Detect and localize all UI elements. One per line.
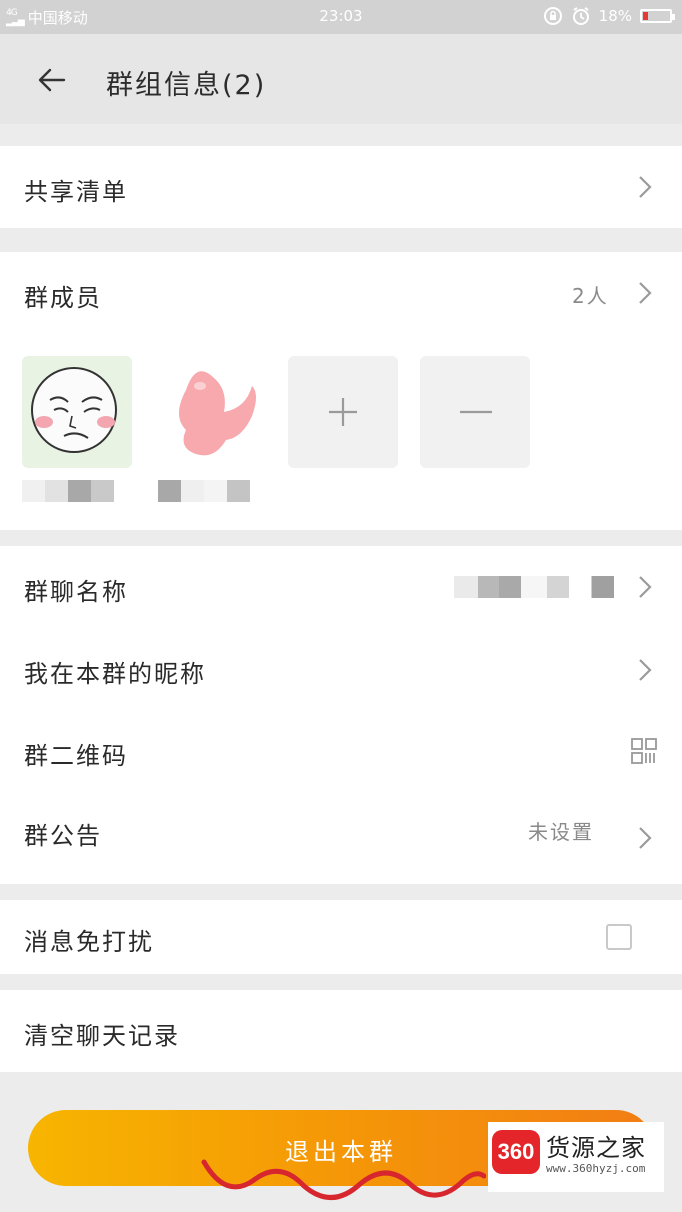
chevron-right-icon <box>639 176 652 198</box>
watermark-url: www.360hyzj.com <box>546 1162 646 1175</box>
group-name-row[interactable]: 群聊名称 <box>0 546 682 628</box>
my-nickname-label: 我在本群的昵称 <box>24 660 206 688</box>
clear-history-label: 清空聊天记录 <box>24 1022 180 1050</box>
remove-member-button[interactable] <box>420 356 530 468</box>
qr-code-row[interactable]: 群二维码 <box>0 712 682 792</box>
member-name-blurred <box>22 480 114 502</box>
shared-list-label: 共享清单 <box>24 178 128 206</box>
lock-rotation-icon <box>543 7 562 25</box>
watermark: 360 货源之家 www.360hyzj.com <box>488 1122 664 1192</box>
chevron-right-icon <box>639 576 652 598</box>
arrow-left-icon[interactable] <box>36 64 68 96</box>
status-bar: 4G ▂▃▅ 中国移动 23:03 18% <box>0 0 682 34</box>
members-section: 群成员 2人 <box>0 252 682 530</box>
members-label: 群成员 <box>24 284 102 312</box>
battery-icon <box>640 9 675 23</box>
watermark-brand: 货源之家 <box>546 1134 646 1162</box>
avatar[interactable] <box>156 356 266 468</box>
add-member-button[interactable] <box>288 356 398 468</box>
clear-history-row[interactable]: 清空聊天记录 <box>0 990 682 1072</box>
plus-icon <box>329 398 357 426</box>
title-bar: 群组信息(2) <box>0 34 682 124</box>
member-count: 2人 <box>572 284 609 308</box>
announcement-value: 未设置 <box>528 820 594 844</box>
red-scribble-annotation <box>201 1159 486 1200</box>
status-icons: 18% <box>543 6 675 26</box>
announcement-label: 群公告 <box>24 822 102 850</box>
qr-code-icon <box>631 738 657 764</box>
chevron-right-icon <box>639 282 652 304</box>
members-row[interactable]: 群成员 2人 <box>0 252 682 332</box>
battery-level <box>643 12 649 20</box>
page-title: 群组信息(2) <box>106 70 267 101</box>
chevron-right-icon <box>639 659 652 681</box>
mute-label: 消息免打扰 <box>24 928 154 956</box>
mute-checkbox[interactable] <box>606 924 632 950</box>
group-name-value-blurred <box>454 576 614 598</box>
peach-sticker-avatar-image <box>179 371 256 456</box>
qr-code-label: 群二维码 <box>24 742 128 770</box>
announcement-row[interactable]: 群公告 未设置 <box>0 792 682 884</box>
mute-row[interactable]: 消息免打扰 <box>0 900 682 974</box>
meme-face-avatar-image <box>31 367 117 453</box>
battery-percent: 18% <box>598 7 632 25</box>
chevron-right-icon <box>639 827 652 849</box>
shared-list-row[interactable]: 共享清单 <box>0 146 682 228</box>
group-settings-section: 群聊名称 我在本群的昵称 群二维码 群公告 未设置 <box>0 546 682 884</box>
member-name-blurred <box>158 480 250 502</box>
avatar[interactable] <box>22 356 132 468</box>
group-name-label: 群聊名称 <box>24 578 128 606</box>
watermark-logo: 360 <box>492 1130 540 1174</box>
my-nickname-row[interactable]: 我在本群的昵称 <box>0 628 682 712</box>
alarm-icon <box>572 7 589 25</box>
minus-icon <box>460 410 492 414</box>
